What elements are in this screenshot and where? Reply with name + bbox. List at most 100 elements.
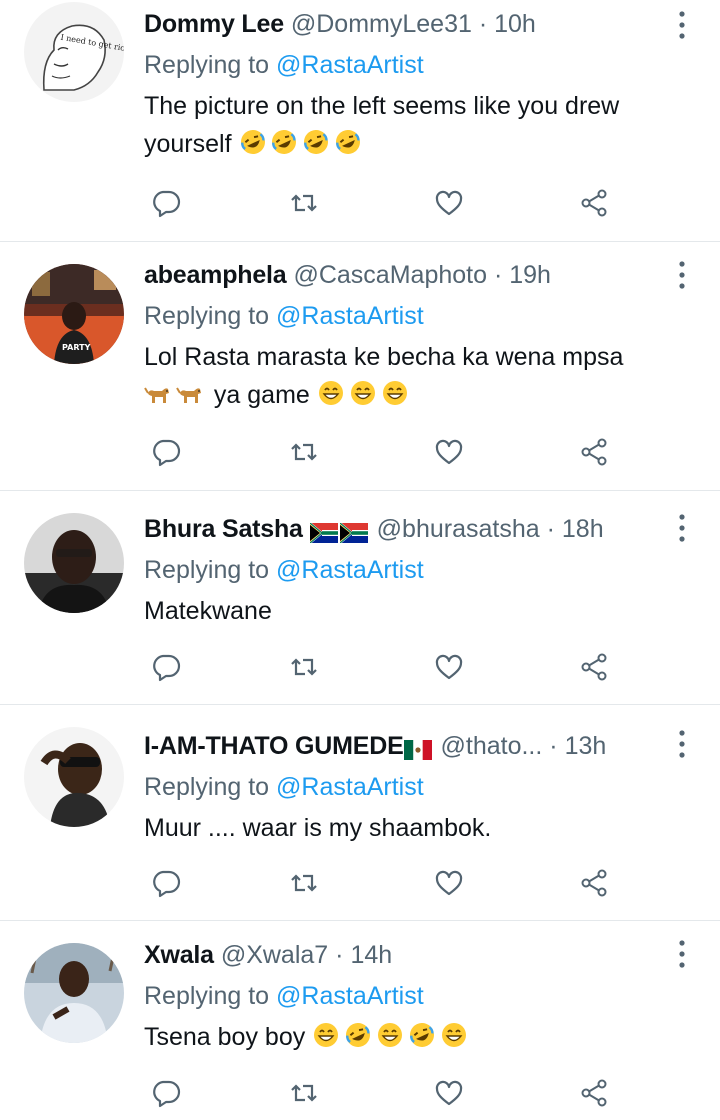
reply-button[interactable] [146,863,186,903]
more-options-icon[interactable] [674,729,690,759]
grinning-emoji-icon [312,1021,340,1049]
mention-link[interactable]: @RastaArtist [276,302,424,330]
handle[interactable]: @DommyLee31 [291,10,472,38]
speech-bubble-icon [153,870,181,898]
display-name[interactable]: I-AM-THATO GUMEDE [144,732,404,760]
handle[interactable]: @thato... [441,732,543,760]
replying-to: Replying to @RastaArtist [144,979,672,1013]
share-button[interactable] [574,432,614,472]
retweet-icon [291,658,317,676]
dog-emoji-icon [144,379,172,407]
mention-link[interactable]: @RastaArtist [276,773,424,801]
replying-label: Replying to [144,773,270,801]
replying-to: Replying to @RastaArtist [144,770,672,804]
more-options-icon[interactable] [674,10,690,40]
rofl-emoji-icon [270,128,298,156]
action-bar [144,183,624,223]
like-button[interactable] [429,647,469,687]
retweet-icon [291,874,317,892]
reply-button[interactable] [146,647,186,687]
separator: · [335,941,344,969]
heart-icon [435,1080,463,1106]
mention-link[interactable]: @RastaArtist [276,556,424,584]
reply-item[interactable]: Xwala @Xwala7 · 14h Replying to @RastaAr… [0,921,720,1120]
share-button[interactable] [574,1073,614,1113]
grinning-emoji-icon [376,1021,404,1049]
replying-to: Replying to @RastaArtist [144,48,672,82]
share-button[interactable] [574,183,614,223]
share-icon [581,653,607,681]
tweet-text-line: Muur .... waar is my shaambok. [144,814,492,842]
display-name[interactable]: abeamphela [144,261,287,289]
like-button[interactable] [429,1073,469,1113]
separator: · [493,261,503,289]
action-bar [144,647,624,687]
tweet-text-line: Matekwane [144,597,272,625]
tweet-text: Tsena boy boy [144,1018,672,1056]
timestamp[interactable]: 19h [509,261,551,289]
display-name[interactable]: Bhura Satsha [144,515,303,543]
mention-link[interactable]: @RastaArtist [276,51,424,79]
replying-label: Replying to [144,982,270,1010]
reply-item[interactable]: Bhura Satsha @bhurasatsha · 18h Replying… [0,491,720,705]
replying-label: Replying to [144,556,270,584]
retweet-button[interactable] [284,432,324,472]
rofl-emoji-icon [344,1021,372,1049]
tweet-text: Matekwane [144,592,672,630]
replying-label: Replying to [144,302,270,330]
south-africa-flag-icon [339,523,368,544]
tweet-text: The picture on the left seems like you d… [144,87,672,163]
timestamp[interactable]: 14h [350,941,392,969]
replying-to: Replying to @RastaArtist [144,299,672,333]
grinning-emoji-icon [349,379,377,407]
speech-bubble-icon [153,190,181,218]
retweet-icon [291,1084,317,1102]
avatar[interactable] [24,513,124,613]
reply-button[interactable] [146,1073,186,1113]
avatar[interactable] [24,727,124,827]
retweet-button[interactable] [284,647,324,687]
reply-item[interactable]: I-AM-THATO GUMEDE @thato... · 13h Replyi… [0,705,720,921]
reply-item[interactable]: PARTY abeamphela @CascaMaphoto · 19h Rep… [0,242,720,491]
reply-button[interactable] [146,183,186,223]
like-button[interactable] [429,863,469,903]
tweet-text: Muur .... waar is my shaambok. [144,809,672,847]
separator: · [478,10,488,38]
display-name[interactable]: Dommy Lee [144,10,284,38]
handle[interactable]: @bhurasatsha [377,515,540,543]
retweet-button[interactable] [284,1073,324,1113]
like-button[interactable] [429,432,469,472]
share-icon [581,438,607,466]
like-button[interactable] [429,183,469,223]
timestamp[interactable]: 18h [562,515,604,543]
avatar[interactable]: PARTY [24,264,124,364]
retweet-button[interactable] [284,183,324,223]
more-options-icon[interactable] [674,513,690,543]
avatar[interactable]: I need to get rich [24,2,124,102]
share-button[interactable] [574,863,614,903]
display-name[interactable]: Xwala [144,941,214,969]
handle[interactable]: @CascaMaphoto [293,261,487,289]
avatar[interactable] [24,943,124,1043]
reply-item[interactable]: I need to get rich Dommy Lee @DommyLee31… [0,0,720,242]
separator: · [549,732,558,760]
speech-bubble-icon [153,1080,181,1108]
more-options-icon[interactable] [674,939,690,969]
tweet-text-line: The picture on the left seems like you d… [144,92,620,120]
grinning-emoji-icon [381,379,409,407]
mention-link[interactable]: @RastaArtist [276,982,424,1010]
handle[interactable]: @Xwala7 [221,941,328,969]
timestamp[interactable]: 13h [565,732,607,760]
heart-icon [435,870,463,896]
tweet-text-line: Lol Rasta marasta ke becha ka wena mpsa [144,343,624,371]
more-options-icon[interactable] [674,260,690,290]
timestamp[interactable]: 10h [494,10,536,38]
tweet-text: Lol Rasta marasta ke becha ka wena mpsa … [144,338,672,414]
retweet-button[interactable] [284,863,324,903]
heart-icon [435,190,463,216]
heart-icon [435,654,463,680]
reply-button[interactable] [146,432,186,472]
tweet-text-line-2: yourself [144,125,672,163]
share-button[interactable] [574,647,614,687]
rofl-emoji-icon [302,128,330,156]
